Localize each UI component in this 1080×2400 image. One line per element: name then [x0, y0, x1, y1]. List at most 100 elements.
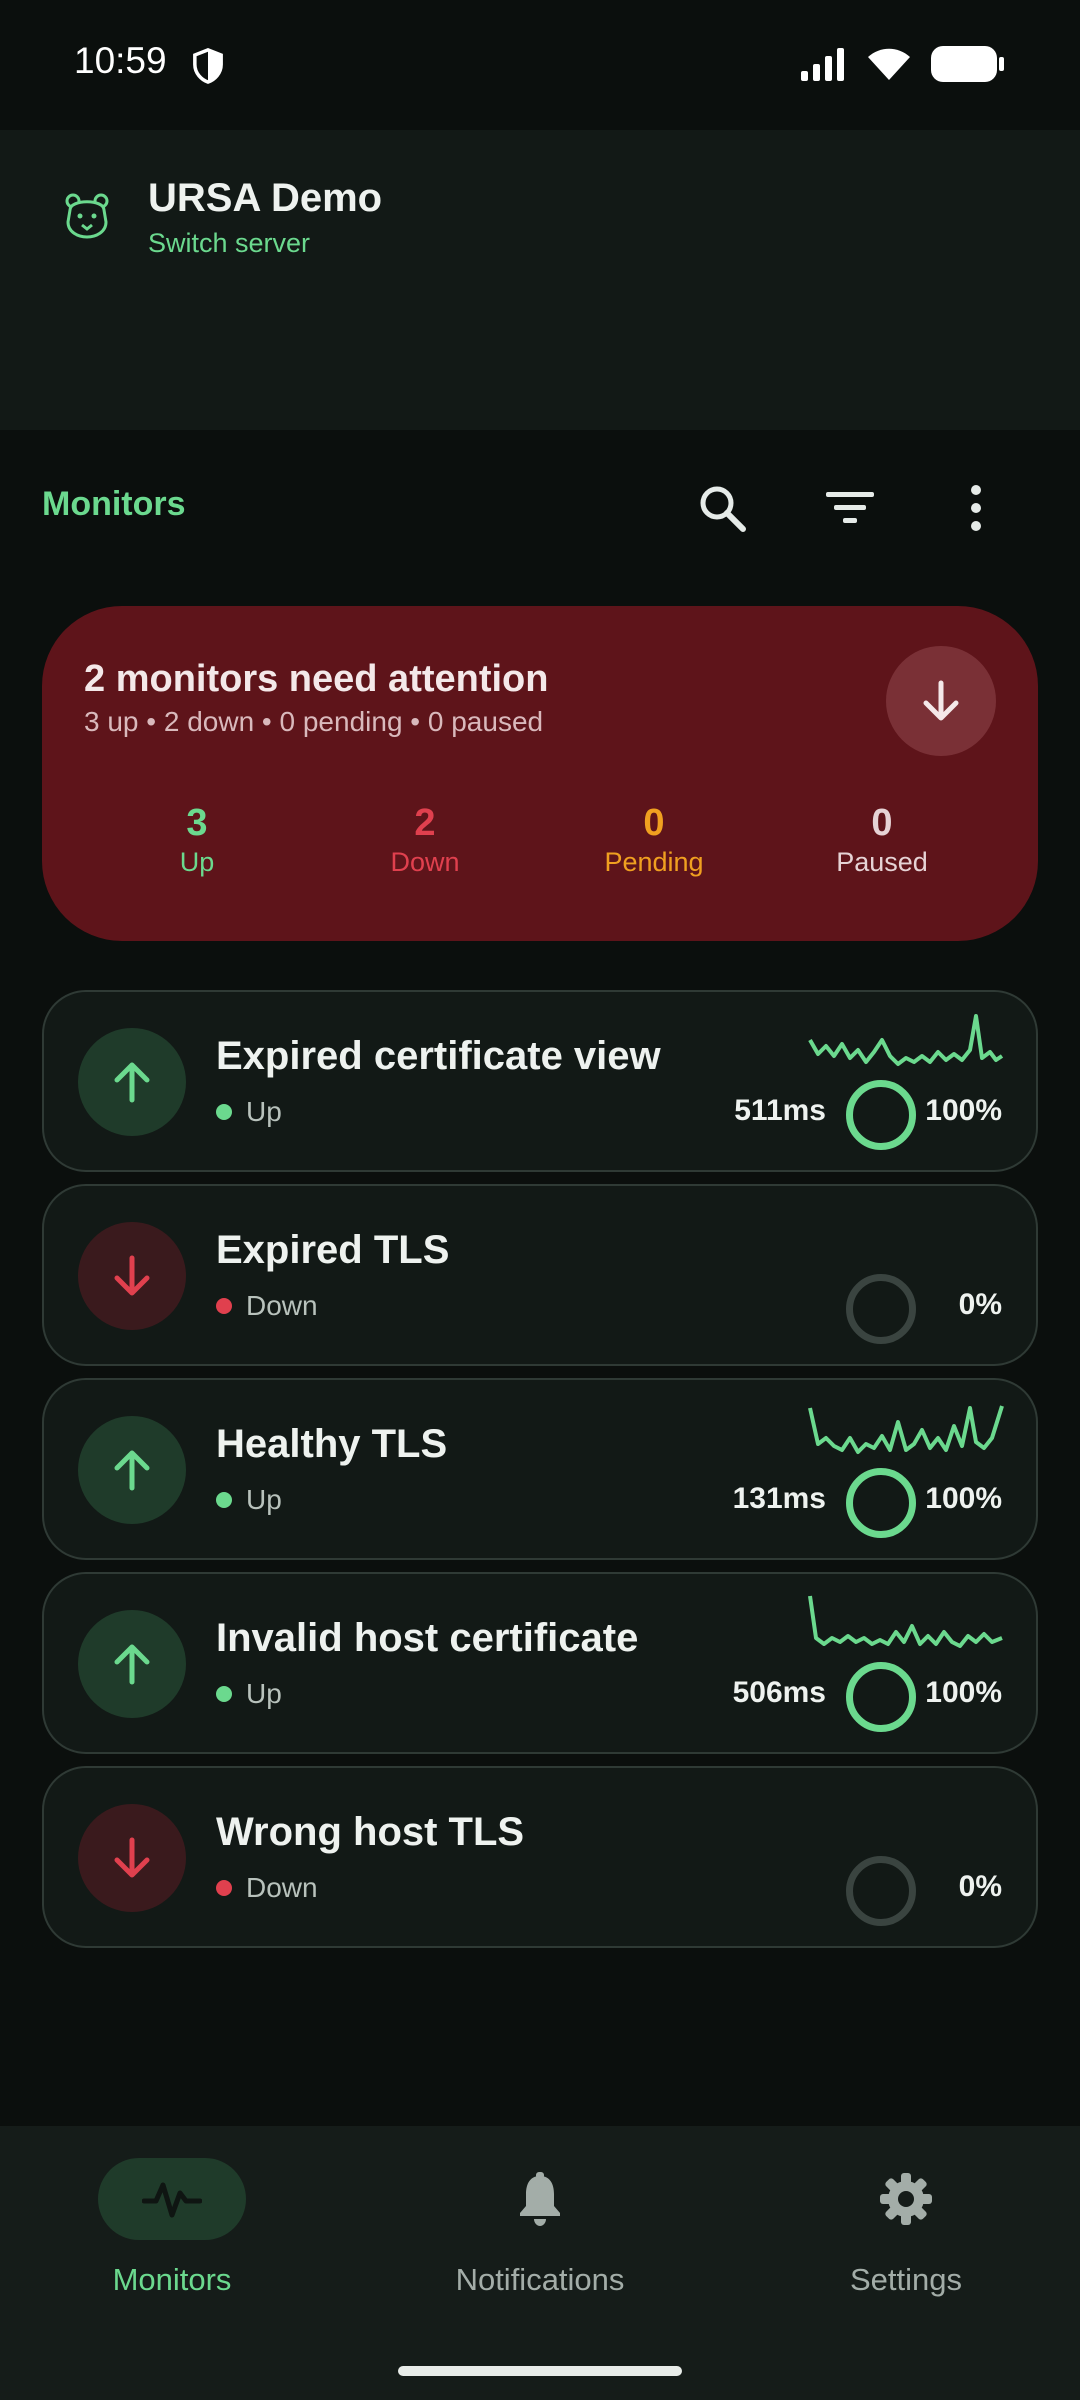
monitor-status: Up — [216, 1484, 282, 1516]
filter-icon — [826, 492, 874, 523]
gear-icon — [880, 2173, 932, 2225]
stat-up: 3 Up — [97, 802, 297, 878]
nav-item-notifications[interactable]: Notifications — [380, 2158, 700, 2298]
app-screen: 10:59 URSA Demo Switch server Monitors 2… — [0, 0, 1080, 2400]
filter-button[interactable] — [822, 480, 878, 536]
uptime-percent: 0% — [958, 1870, 1002, 1903]
nav-indicator — [466, 2158, 614, 2240]
home-indicator[interactable] — [398, 2366, 682, 2376]
stat-down-label: Down — [390, 847, 460, 877]
nav-item-monitors[interactable]: Monitors — [12, 2158, 332, 2298]
expand-attention-button[interactable] — [886, 646, 996, 756]
bell-icon — [520, 2172, 560, 2226]
monitor-status-label: Up — [246, 1484, 282, 1515]
uptime-ring — [846, 1080, 916, 1150]
stat-paused-value: 0 — [871, 802, 893, 844]
monitor-card[interactable]: Wrong host TLS Down 0% — [42, 1766, 1038, 1948]
nav-label-notifications: Notifications — [455, 2262, 625, 2297]
uptime-percent: 100% — [925, 1676, 1002, 1709]
stat-down-value: 2 — [414, 802, 436, 844]
stat-down: 2 Down — [325, 802, 525, 878]
status-down-badge — [78, 1804, 186, 1912]
monitor-name: Wrong host TLS — [216, 1810, 525, 1854]
search-icon — [700, 486, 746, 532]
uptime-ring — [846, 1274, 916, 1344]
stat-pending-label: Pending — [604, 847, 704, 877]
monitor-card[interactable]: Expired certificate view Up 511ms 100% — [42, 990, 1038, 1172]
monitor-status-label: Down — [246, 1872, 318, 1903]
status-dot — [216, 1104, 232, 1120]
stat-up-value: 3 — [186, 802, 208, 844]
status-dot — [216, 1880, 232, 1896]
attention-card[interactable]: 2 monitors need attention 3 up • 2 down … — [42, 606, 1038, 941]
monitor-name: Expired TLS — [216, 1228, 450, 1272]
stat-pending: 0 Pending — [554, 802, 754, 878]
arrow-down-icon — [923, 680, 959, 721]
uptime-ring — [846, 1662, 916, 1732]
status-icons — [801, 46, 1005, 82]
server-header[interactable] — [0, 130, 1080, 430]
monitor-status-label: Up — [246, 1096, 282, 1127]
shield-icon — [193, 48, 223, 84]
uptime-percent: 0% — [958, 1288, 1002, 1321]
page-title: Monitors — [42, 485, 186, 523]
status-dot — [216, 1492, 232, 1508]
signal-icon — [801, 48, 844, 81]
status-bar: 10:59 — [0, 0, 1080, 130]
monitor-status: Up — [216, 1678, 282, 1710]
monitor-status-label: Up — [246, 1678, 282, 1709]
response-sparkline — [808, 1014, 1004, 1066]
status-dot — [216, 1686, 232, 1702]
status-time: 10:59 — [74, 40, 167, 81]
nav-item-settings[interactable]: Settings — [746, 2158, 1066, 2298]
pulse-icon — [142, 2182, 202, 2218]
attention-title: 2 monitors need attention — [84, 658, 549, 700]
status-up-badge — [78, 1028, 186, 1136]
search-button[interactable] — [694, 480, 750, 536]
response-time: 506ms — [732, 1676, 826, 1709]
stat-up-label: Up — [179, 847, 215, 877]
monitors-toolbar: Monitors — [0, 430, 1080, 580]
wifi-icon — [868, 48, 910, 80]
arrow-up-icon — [114, 1644, 150, 1685]
status-down-badge — [78, 1222, 186, 1330]
uptime-ring — [846, 1468, 916, 1538]
nav-label-settings: Settings — [849, 2262, 962, 2297]
monitor-status: Down — [216, 1872, 318, 1904]
status-up-badge — [78, 1610, 186, 1718]
response-time: 131ms — [732, 1482, 826, 1515]
monitor-status-label: Down — [246, 1290, 318, 1321]
server-name[interactable]: URSA Demo — [148, 176, 382, 221]
monitor-card[interactable]: Expired TLS Down 0% — [42, 1184, 1038, 1366]
arrow-down-icon — [114, 1837, 150, 1878]
response-time: 511ms — [734, 1094, 826, 1127]
uptime-percent: 100% — [925, 1094, 1002, 1127]
stat-pending-value: 0 — [643, 802, 665, 844]
arrow-up-icon — [114, 1062, 150, 1103]
response-sparkline — [808, 1405, 1004, 1454]
bottom-navigation: Monitors Notifications Settings — [0, 2126, 1080, 2400]
status-dot — [216, 1298, 232, 1314]
uptime-percent: 100% — [925, 1482, 1002, 1515]
nav-label-monitors: Monitors — [112, 2262, 232, 2297]
attention-summary: 3 up • 2 down • 0 pending • 0 paused — [84, 706, 544, 737]
bear-logo-icon — [65, 193, 109, 239]
status-up-badge — [78, 1416, 186, 1524]
monitor-name: Invalid host certificate — [216, 1616, 639, 1660]
monitor-name: Expired certificate view — [216, 1034, 661, 1078]
monitor-name: Healthy TLS — [216, 1422, 448, 1466]
battery-icon — [931, 46, 1004, 82]
more-options-button[interactable] — [948, 480, 1004, 536]
uptime-ring — [846, 1856, 916, 1926]
nav-indicator — [832, 2158, 980, 2240]
stat-paused-label: Paused — [836, 847, 928, 877]
stat-paused: 0 Paused — [782, 802, 982, 878]
monitor-card[interactable]: Healthy TLS Up 131ms 100% — [42, 1378, 1038, 1560]
monitor-status: Down — [216, 1290, 318, 1322]
monitor-card[interactable]: Invalid host certificate Up 506ms 100% — [42, 1572, 1038, 1754]
response-sparkline — [808, 1595, 1003, 1648]
arrow-up-icon — [114, 1450, 150, 1491]
switch-server-link[interactable]: Switch server — [148, 228, 310, 259]
more-vert-icon — [971, 485, 981, 531]
nav-indicator — [98, 2158, 246, 2240]
